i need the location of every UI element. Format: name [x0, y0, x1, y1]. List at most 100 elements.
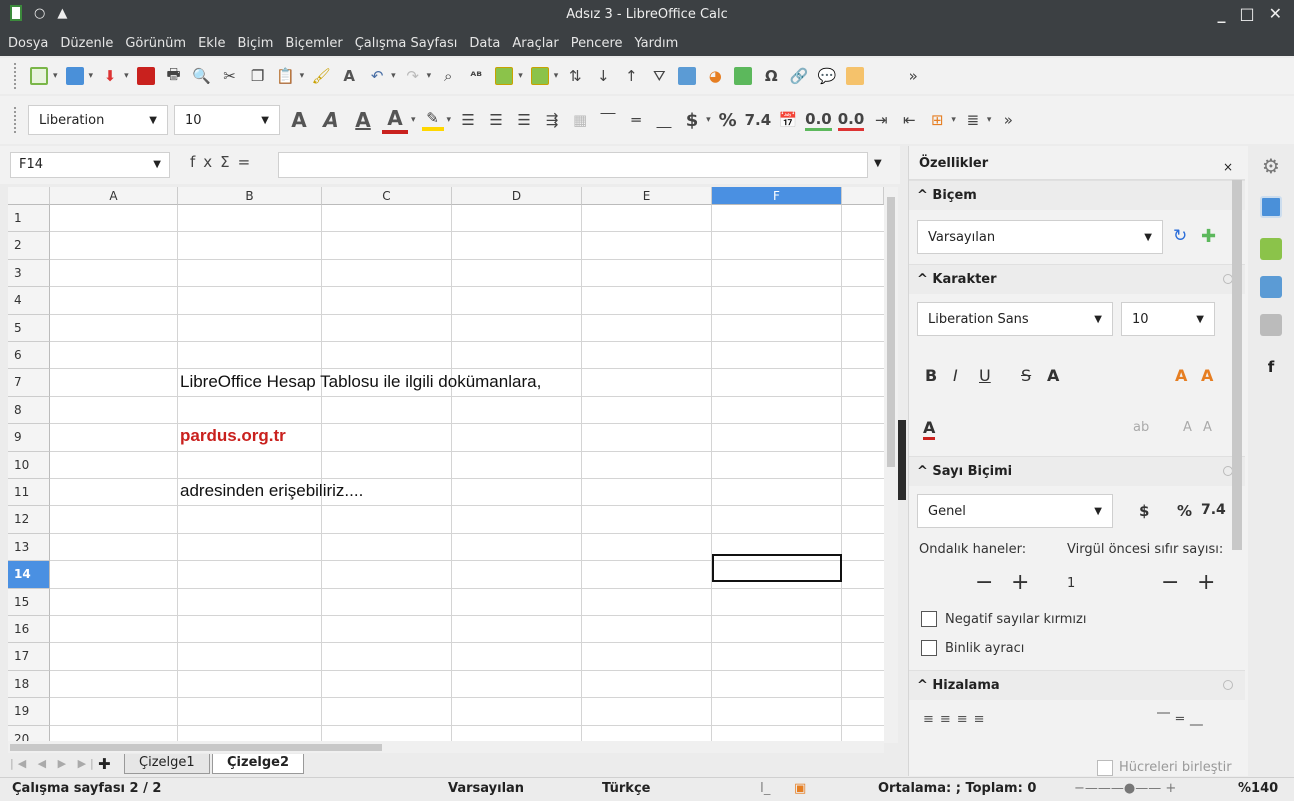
superscript-icon[interactable]: A — [1183, 420, 1192, 435]
pivot-table-icon[interactable] — [732, 65, 754, 87]
formula-input[interactable] — [278, 152, 868, 178]
row-header-6[interactable]: 6 — [8, 342, 50, 370]
menu-gorunum[interactable]: Görünüm — [123, 36, 188, 51]
column-header-e[interactable]: E — [582, 187, 712, 205]
open-folder-icon[interactable] — [64, 65, 86, 87]
font-size-combo[interactable]: 10 ▼ — [174, 105, 280, 135]
vertical-align-icons[interactable]: ⎺═⎽ — [1157, 712, 1209, 727]
column-header-g[interactable] — [842, 187, 884, 205]
cell-b7[interactable]: LibreOffice Hesap Tablosu ile ilgili dok… — [180, 372, 541, 392]
redo-icon[interactable]: ↷ — [402, 65, 424, 87]
paste-icon[interactable]: 📋 — [275, 65, 297, 87]
increase-indent-icon[interactable]: ⇥ — [870, 109, 892, 131]
row-header-8[interactable]: 8 — [8, 396, 50, 425]
section-karakter[interactable]: ^ Karakter — [909, 264, 1245, 294]
zoom-slider[interactable]: −———●—— + — [1074, 781, 1176, 796]
menu-data[interactable]: Data — [467, 36, 502, 51]
align-right-icon[interactable]: ☰ — [513, 109, 535, 131]
row-header-9[interactable]: 9 — [8, 424, 50, 452]
menu-pencere[interactable]: Pencere — [569, 36, 625, 51]
page-style[interactable]: Varsayılan — [448, 781, 524, 796]
cut-icon[interactable]: ✂ — [219, 65, 241, 87]
align-top-icon[interactable]: ⎺ — [597, 109, 619, 131]
align-center-icon[interactable]: ☰ — [485, 109, 507, 131]
clear-formatting-icon[interactable]: A — [338, 65, 360, 87]
formula-icon[interactable]: = — [238, 153, 259, 171]
column-header-b[interactable]: B — [178, 187, 322, 205]
menu-ekle[interactable]: Ekle — [196, 36, 227, 51]
row-header-14[interactable]: 14 — [8, 561, 50, 589]
undo-icon[interactable]: ↶ — [366, 65, 388, 87]
style-combo[interactable]: Varsayılan ▼ — [917, 220, 1163, 254]
toolbar-overflow-icon[interactable]: » — [902, 65, 924, 87]
add-sheet-icon[interactable]: ✚ — [98, 755, 111, 773]
find-replace-icon[interactable]: ⌕ — [437, 65, 459, 87]
toolbar-grip[interactable] — [14, 107, 18, 133]
menu-calisma-sayfasi[interactable]: Çalışma Sayfası — [353, 36, 460, 51]
copy-icon[interactable]: ❐ — [247, 65, 269, 87]
number-format-combo[interactable]: Genel ▼ — [917, 494, 1113, 528]
zeros-plus-button[interactable]: + — [1197, 570, 1215, 595]
horizontal-scrollbar[interactable] — [8, 741, 884, 753]
align-left-icon[interactable]: ☰ — [457, 109, 479, 131]
sum-icon[interactable]: Σ — [220, 153, 237, 171]
spelling-icon[interactable]: ᴬᴮ — [465, 65, 487, 87]
dropdown-arrow-icon[interactable]: ▾ — [391, 71, 396, 81]
spreadsheet-grid[interactable]: A B C D E F 1 2 3 4 5 6 7 8 9 10 11 12 13 14 15 16 17 18 1… — [8, 187, 884, 741]
tab-cizelge1[interactable]: Çizelge1 — [124, 754, 210, 774]
sort-icon[interactable]: ⇅ — [564, 65, 586, 87]
dropdown-arrow-icon[interactable]: ▾ — [124, 71, 129, 81]
document-modified-icon[interactable]: ▣ — [794, 781, 806, 796]
update-style-icon[interactable]: ↻ — [1173, 226, 1187, 246]
close-sidebar-icon[interactable]: × — [1223, 160, 1233, 174]
print-icon[interactable]: 🖶 — [163, 65, 185, 87]
row-header-20[interactable]: 20 — [8, 725, 50, 741]
align-middle-icon[interactable]: ═ — [625, 109, 647, 131]
leading-zeros-value[interactable]: 1 — [1067, 576, 1075, 591]
horizontal-align-icons[interactable]: ≡≡≡≡ — [923, 712, 991, 727]
chevron-down-icon[interactable]: ▼ — [1094, 314, 1102, 325]
gallery-tab-icon[interactable] — [1260, 276, 1282, 298]
row-header-1[interactable]: 1 — [8, 205, 50, 233]
maximize-button[interactable]: □ — [1239, 4, 1254, 23]
name-box[interactable]: F14 ▼ — [10, 152, 170, 178]
row-icon[interactable] — [493, 65, 515, 87]
sidebar-size-combo[interactable]: 10 ▼ — [1121, 302, 1215, 336]
select-all-corner[interactable] — [8, 187, 50, 205]
menu-bicim[interactable]: Biçim — [235, 36, 275, 51]
character-spacing-icon[interactable]: ab — [1133, 420, 1149, 435]
new-document-icon[interactable] — [28, 65, 50, 87]
row-header-15[interactable]: 15 — [8, 588, 50, 616]
row-header-12[interactable]: 12 — [8, 506, 50, 534]
sidebar-bold-button[interactable]: B — [925, 366, 937, 385]
column-header-f[interactable]: F — [712, 187, 842, 205]
row-header-3[interactable]: 3 — [8, 259, 50, 288]
insert-image-icon[interactable] — [676, 65, 698, 87]
more-options-icon[interactable] — [1223, 680, 1233, 690]
export-pdf-icon[interactable] — [135, 65, 157, 87]
row-header-7[interactable]: 7 — [8, 369, 50, 397]
number-format-button[interactable]: 7.4 — [745, 109, 772, 131]
delete-decimal-button[interactable]: 0.0 — [837, 109, 865, 131]
subscript-icon[interactable]: A — [1203, 420, 1212, 435]
decimals-minus-button[interactable]: − — [975, 570, 993, 595]
toolbar-grip[interactable] — [14, 63, 18, 89]
vertical-scroll-thumb[interactable] — [887, 197, 895, 467]
merge-cells-icon[interactable]: ▦ — [569, 109, 591, 131]
row-header-18[interactable]: 18 — [8, 670, 50, 699]
properties-tab-icon[interactable] — [1260, 196, 1282, 218]
dropdown-arrow-icon[interactable]: ▾ — [53, 71, 58, 81]
clone-formatting-icon[interactable]: 🖌 — [310, 65, 332, 87]
chevron-down-icon[interactable]: ▼ — [1196, 314, 1204, 325]
vertical-scrollbar[interactable] — [884, 187, 898, 743]
align-bottom-icon[interactable]: ⎽ — [653, 109, 675, 131]
sidebar-percent-button[interactable]: % — [1177, 502, 1192, 520]
thousands-checkbox[interactable] — [921, 640, 937, 656]
menu-dosya[interactable]: Dosya — [6, 36, 50, 51]
chevron-down-icon[interactable]: ▼ — [1144, 232, 1152, 243]
sort-descending-icon[interactable]: ↑ — [620, 65, 642, 87]
chevron-down-icon[interactable]: ▼ — [1094, 506, 1102, 517]
styles-tab-icon[interactable] — [1260, 238, 1282, 260]
section-hizalama[interactable]: ^ Hizalama — [909, 670, 1245, 700]
dropdown-arrow-icon[interactable]: ▾ — [706, 115, 711, 125]
